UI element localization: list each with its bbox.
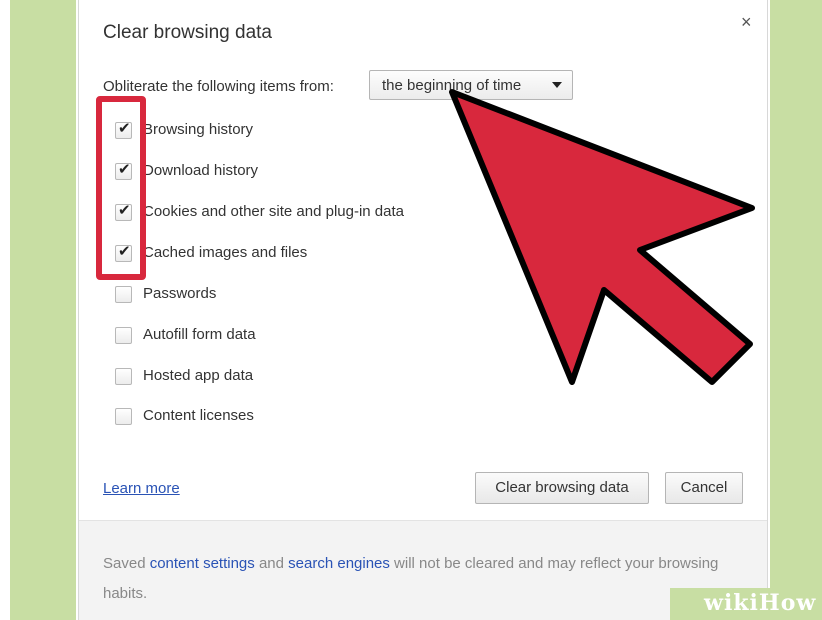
- watermark-how: How: [758, 590, 817, 616]
- red-pointer-arrow-icon: [449, 89, 755, 385]
- wikihow-watermark: wikiHow: [670, 588, 822, 620]
- watermark-wiki: wiki: [704, 590, 759, 616]
